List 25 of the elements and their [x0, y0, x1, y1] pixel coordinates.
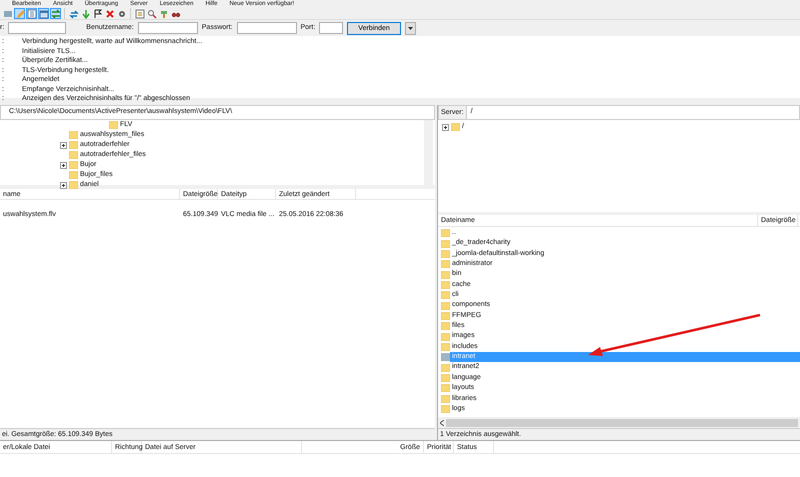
grid-icon[interactable]	[2, 8, 13, 19]
caret-icon	[408, 26, 413, 30]
window-icon[interactable]	[38, 8, 49, 19]
dropdown-button[interactable]	[404, 22, 416, 34]
folder-icon	[451, 123, 460, 131]
expand-icon[interactable]	[60, 162, 67, 168]
swap-arrows-icon[interactable]	[50, 8, 61, 19]
input-field[interactable]	[236, 22, 296, 34]
scrollbar[interactable]	[438, 417, 800, 428]
pencil-icon[interactable]	[14, 8, 25, 19]
input-field[interactable]	[138, 22, 198, 34]
expand-icon[interactable]	[60, 182, 67, 188]
flag-icon[interactable]	[92, 8, 103, 19]
search-icon[interactable]	[146, 8, 157, 19]
refresh-icon[interactable]	[68, 8, 79, 19]
scrollbar[interactable]	[424, 120, 433, 185]
filter-icon[interactable]	[134, 8, 145, 19]
list-icon[interactable]	[26, 8, 37, 19]
settings-icon[interactable]	[116, 8, 127, 19]
scroll-left-icon[interactable]	[440, 420, 444, 426]
input-field[interactable]	[8, 22, 66, 34]
cancel-icon[interactable]	[104, 8, 115, 19]
expand-icon[interactable]	[442, 124, 449, 130]
input-field[interactable]	[319, 22, 344, 34]
expand-icon[interactable]	[60, 142, 67, 148]
